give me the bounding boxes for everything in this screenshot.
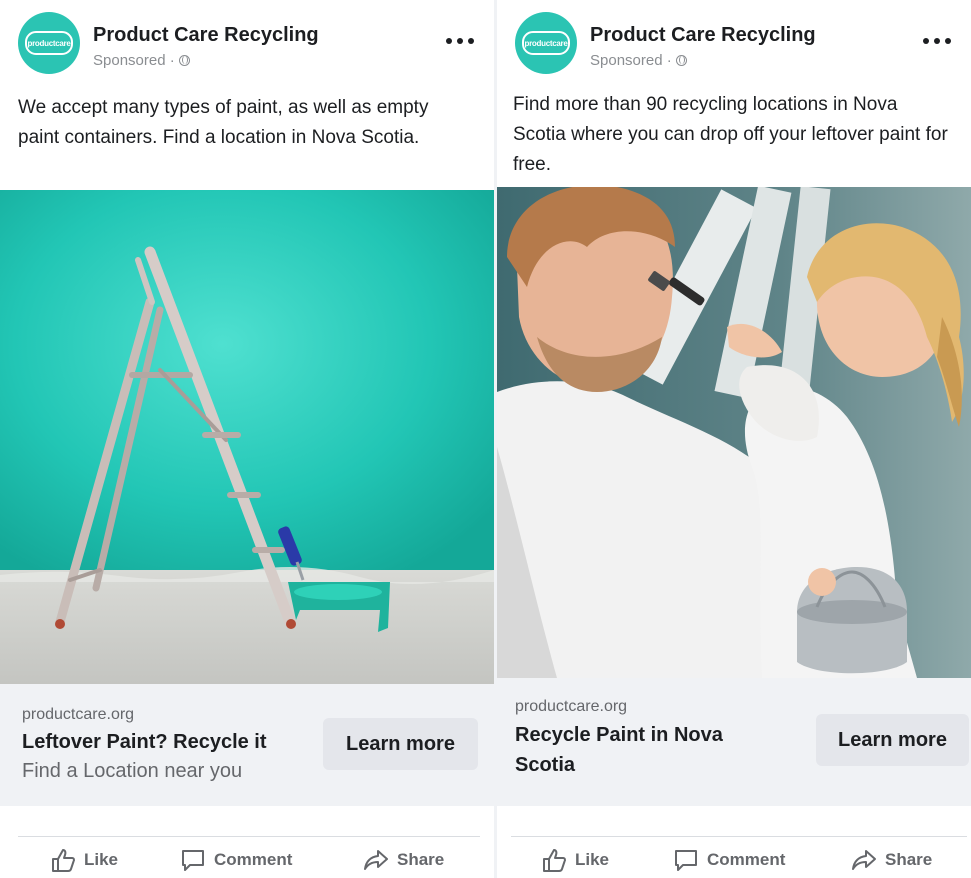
sponsored-post-2: productcare Product Care Recycling Spons… xyxy=(497,0,971,878)
thumbs-up-icon xyxy=(543,849,566,872)
globe-icon xyxy=(675,55,687,66)
ad-image-ladder[interactable] xyxy=(0,190,494,684)
logo-text: productcare xyxy=(524,38,568,48)
page-avatar[interactable]: productcare xyxy=(515,12,577,74)
comment-icon xyxy=(182,850,204,871)
like-label: Like xyxy=(84,850,119,869)
globe-icon xyxy=(178,55,190,66)
share-label: Share xyxy=(885,850,933,869)
sponsored-label: Sponsored · xyxy=(93,52,175,69)
ad-comparison: productcare Product Care Recycling Spons… xyxy=(0,0,971,878)
link-headline[interactable]: Recycle Paint in Nova Scotia xyxy=(515,720,785,780)
link-description: Find a Location near you xyxy=(22,760,243,782)
share-button[interactable]: Share xyxy=(851,847,932,873)
dot-icon xyxy=(457,38,463,44)
link-preview[interactable]: productcare.org Recycle Paint in Nova Sc… xyxy=(497,678,971,806)
like-button[interactable]: Like xyxy=(541,847,609,873)
post-header: productcare Product Care Recycling Spons… xyxy=(18,12,480,76)
sponsored-post-1: productcare Product Care Recycling Spons… xyxy=(0,0,494,878)
share-label: Share xyxy=(397,850,445,869)
post-actions-bar: Like Comment Share xyxy=(18,836,480,878)
sponsored-meta: Sponsored · xyxy=(590,52,687,69)
sponsored-label: Sponsored · xyxy=(590,52,672,69)
link-headline[interactable]: Leftover Paint? Recycle it xyxy=(22,727,312,757)
post-actions-bar: Like Comment Share xyxy=(511,836,967,878)
dot-icon xyxy=(923,38,929,44)
dot-icon xyxy=(945,38,951,44)
dot-icon xyxy=(446,38,452,44)
learn-more-button[interactable]: Learn more xyxy=(323,718,478,770)
comment-label: Comment xyxy=(707,850,786,869)
share-icon xyxy=(852,850,876,870)
ladder-paint-roller-photo xyxy=(0,190,494,684)
dot-icon xyxy=(934,38,940,44)
comment-button[interactable]: Comment xyxy=(673,847,785,873)
sponsored-meta: Sponsored · xyxy=(93,52,190,69)
like-label: Like xyxy=(575,850,610,869)
logo-text: productcare xyxy=(27,38,71,48)
brand-logo-icon: productcare xyxy=(522,31,570,55)
share-button[interactable]: Share xyxy=(363,847,444,873)
comment-button[interactable]: Comment xyxy=(180,847,292,873)
dot-icon xyxy=(468,38,474,44)
ad-image-family[interactable] xyxy=(497,187,971,678)
like-button[interactable]: Like xyxy=(50,847,118,873)
comment-icon xyxy=(675,850,697,871)
link-domain: productcare.org xyxy=(22,706,135,723)
page-avatar[interactable]: productcare xyxy=(18,12,80,74)
post-body-text: We accept many types of paint, as well a… xyxy=(18,97,429,148)
page-name-link[interactable]: Product Care Recycling xyxy=(590,24,816,47)
learn-more-button[interactable]: Learn more xyxy=(816,714,969,766)
father-and-child-painting-photo xyxy=(497,187,971,678)
thumbs-up-icon xyxy=(52,849,75,872)
link-domain: productcare.org xyxy=(515,698,628,715)
more-options-button[interactable] xyxy=(446,34,474,48)
link-preview[interactable]: productcare.org Leftover Paint? Recycle … xyxy=(0,684,494,806)
more-options-button[interactable] xyxy=(923,34,951,48)
share-icon xyxy=(364,850,388,870)
comment-label: Comment xyxy=(214,850,293,869)
brand-logo-icon: productcare xyxy=(25,31,73,55)
page-name-link[interactable]: Product Care Recycling xyxy=(93,24,319,47)
post-header: productcare Product Care Recycling Spons… xyxy=(515,12,957,76)
post-body-text: Find more than 90 recycling locations in… xyxy=(513,94,948,175)
